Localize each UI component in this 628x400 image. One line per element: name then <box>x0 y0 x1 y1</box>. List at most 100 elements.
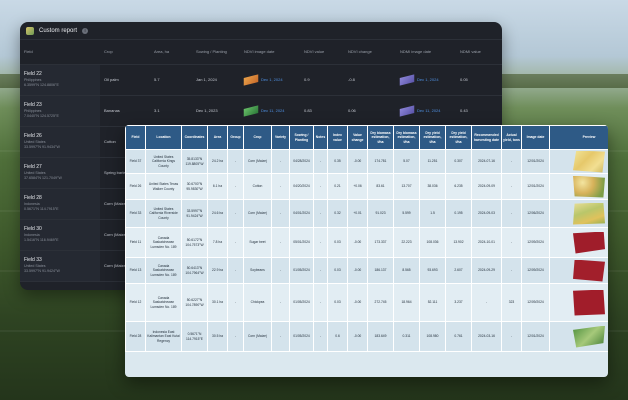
ndvi-date-link[interactable]: Dec 1, 2024 <box>261 77 283 82</box>
report-row[interactable]: Field 22 Philippines 6.3599°N 124.8806°E Oi… <box>20 64 502 96</box>
field-cell[interactable]: Field 23 Philippines 7.0440°N 124.5725°E <box>20 95 100 127</box>
table-row[interactable]: Field 12 Canada Saskatchewan Lumsden No. … <box>125 283 608 322</box>
col-header[interactable]: Actual yield, tons <box>501 125 522 150</box>
image-date-cell: 12/01/2024 <box>521 149 550 174</box>
col-header[interactable]: Index value <box>327 125 348 150</box>
field-cell[interactable]: Field 33 United States 33.5997°N 91.9424°W <box>20 250 100 282</box>
location-cell: Canada Saskatchewan Lumsden No. 189 <box>145 227 182 258</box>
field-cell[interactable]: Field 30 Indonesia 1.5416°N 116.9469°E <box>20 219 100 251</box>
preview-cell[interactable] <box>549 149 608 174</box>
biomass-cell: 91.023 <box>367 199 394 228</box>
col-header[interactable]: NDVI image date <box>240 40 300 65</box>
col-header[interactable]: Sowing / Planting <box>289 125 314 150</box>
preview-cell[interactable] <box>549 173 608 200</box>
col-header[interactable]: Dry yield estimation, t/ha <box>419 125 446 150</box>
col-header[interactable]: Notes <box>313 125 328 150</box>
area-cell: 24.2 ha <box>207 149 228 174</box>
field-preview-image[interactable] <box>573 150 605 173</box>
field-preview-image[interactable] <box>573 325 605 348</box>
area-cell: 30.5 ha <box>207 321 228 352</box>
field-preview-image[interactable] <box>573 231 605 254</box>
biomass-cell: 13.707 <box>393 173 420 200</box>
table-row[interactable]: Field 28 Indonesia East Kalimantan East K… <box>125 321 608 352</box>
col-header[interactable]: Sowing / Planting <box>192 40 240 65</box>
variety-cell: - <box>271 321 290 352</box>
index-value-cell: 0.03 <box>327 227 348 258</box>
sowing-cell: 01/05/2024 <box>289 283 314 322</box>
col-header[interactable]: Recommended harvesting date <box>471 125 502 150</box>
col-header[interactable]: Field <box>20 40 100 65</box>
col-header[interactable]: NDMI image date <box>396 40 456 65</box>
variety-cell: - <box>271 283 290 322</box>
col-header[interactable]: Variety <box>271 125 290 150</box>
field-coordinates: 1.5416°N 116.9469°E <box>24 238 59 242</box>
table-row[interactable]: Field 13 Canada Saskatchewan Lumsden No. … <box>125 257 608 284</box>
ndmi-value-cell: 0.05 <box>456 64 502 96</box>
field-preview-image[interactable] <box>573 289 605 316</box>
value-change-cell: -0.00 <box>347 227 368 258</box>
col-header[interactable]: NDVI value <box>300 40 344 65</box>
field-thumbnail-icon <box>243 73 259 86</box>
col-header[interactable]: NDVI change <box>344 40 396 65</box>
field-thumbnail-icon <box>243 104 259 117</box>
field-cell[interactable]: Field 28 Indonesia 0.5671°N 114.7915°E <box>20 188 100 220</box>
ndvi-change-cell: -0.8 <box>344 64 396 96</box>
field-preview-image[interactable] <box>573 259 605 282</box>
field-preview-image[interactable] <box>573 202 605 225</box>
ndvi-date-link[interactable]: Dec 11, 2024 <box>261 108 285 113</box>
col-header[interactable]: Coordinates <box>181 125 208 150</box>
ndvi-date-cell: Dec 11, 2024 <box>240 95 300 127</box>
sowing-cell: 04/01/2024 <box>289 199 314 228</box>
report-row[interactable]: Field 23 Philippines 7.0440°N 124.5725°E Ba… <box>20 95 502 127</box>
ndmi-date-link[interactable]: Dec 11, 2024 <box>417 108 441 113</box>
actual-yield-cell: - <box>501 227 522 258</box>
preview-cell[interactable] <box>549 227 608 258</box>
ndmi-date-link[interactable]: Dec 1, 2024 <box>417 77 439 82</box>
col-header[interactable]: Group <box>227 125 244 150</box>
col-header[interactable]: Preview <box>549 125 608 150</box>
sowing-cell: 01/05/2024 <box>289 321 314 352</box>
field-cell: Field 11 <box>125 227 146 258</box>
table-row[interactable]: Field 37 United States California Kings C… <box>125 149 608 174</box>
field-name: Field 30 <box>24 226 42 233</box>
col-header[interactable]: Area, ha <box>150 40 192 65</box>
field-name: Field 23 <box>24 102 42 109</box>
biomass-cell: 5.599 <box>393 199 420 228</box>
ndvi-value-cell: 0.83 <box>300 95 344 127</box>
harvest-date-cell: 2024-09-29 <box>471 257 502 284</box>
biomass-cell: 0.311 <box>393 321 420 352</box>
coordinates-cell: 35.8133°N 119.8805°W <box>181 149 208 174</box>
col-header[interactable]: Crop <box>100 40 150 65</box>
col-header[interactable]: NDMI value <box>456 40 502 65</box>
table-row[interactable]: Field 11 Canada Saskatchewan Lumsden No. … <box>125 227 608 258</box>
table-row[interactable]: Field 26 United States Texas Walker Count… <box>125 173 608 200</box>
field-preview-image[interactable] <box>573 175 605 198</box>
preview-cell[interactable] <box>549 321 608 352</box>
actual-yield-cell: - <box>501 149 522 174</box>
sowing-cell: Dec 1, 2023 <box>192 95 240 127</box>
yield-cell: 108.036 <box>419 227 446 258</box>
col-header[interactable]: Value change <box>347 125 368 150</box>
value-change-cell: -0.00 <box>347 257 368 284</box>
preview-cell[interactable] <box>549 283 608 322</box>
table-row[interactable]: Field 33 United States California Riversi… <box>125 199 608 228</box>
field-cell: Field 13 <box>125 257 146 284</box>
index-value-cell: 0.6 <box>327 321 348 352</box>
yield-cell: 3.237 <box>445 283 472 322</box>
preview-cell[interactable] <box>549 257 608 284</box>
col-header[interactable]: Dry yield estimation, t/ha <box>445 125 472 150</box>
preview-cell[interactable] <box>549 199 608 228</box>
col-header[interactable]: Dry biomass estimation, t/ha <box>393 125 420 150</box>
field-cell[interactable]: Field 22 Philippines 6.3599°N 124.8806°E <box>20 64 100 96</box>
image-date-cell: 12/09/2024 <box>521 257 550 284</box>
col-header[interactable]: Location <box>145 125 182 150</box>
info-icon[interactable]: i <box>82 27 89 34</box>
col-header[interactable]: Dry biomass estimation, t/ha <box>367 125 394 150</box>
value-change-cell: -0.00 <box>347 283 368 322</box>
field-cell[interactable]: Field 27 United States 37.6584°N 121.7049°… <box>20 157 100 189</box>
col-header[interactable]: Crop <box>243 125 272 150</box>
field-cell[interactable]: Field 26 United States 33.5997°N 91.9434°W <box>20 126 100 158</box>
col-header[interactable]: Field <box>125 125 146 150</box>
col-header[interactable]: Image date <box>521 125 550 150</box>
col-header[interactable]: Area <box>207 125 228 150</box>
